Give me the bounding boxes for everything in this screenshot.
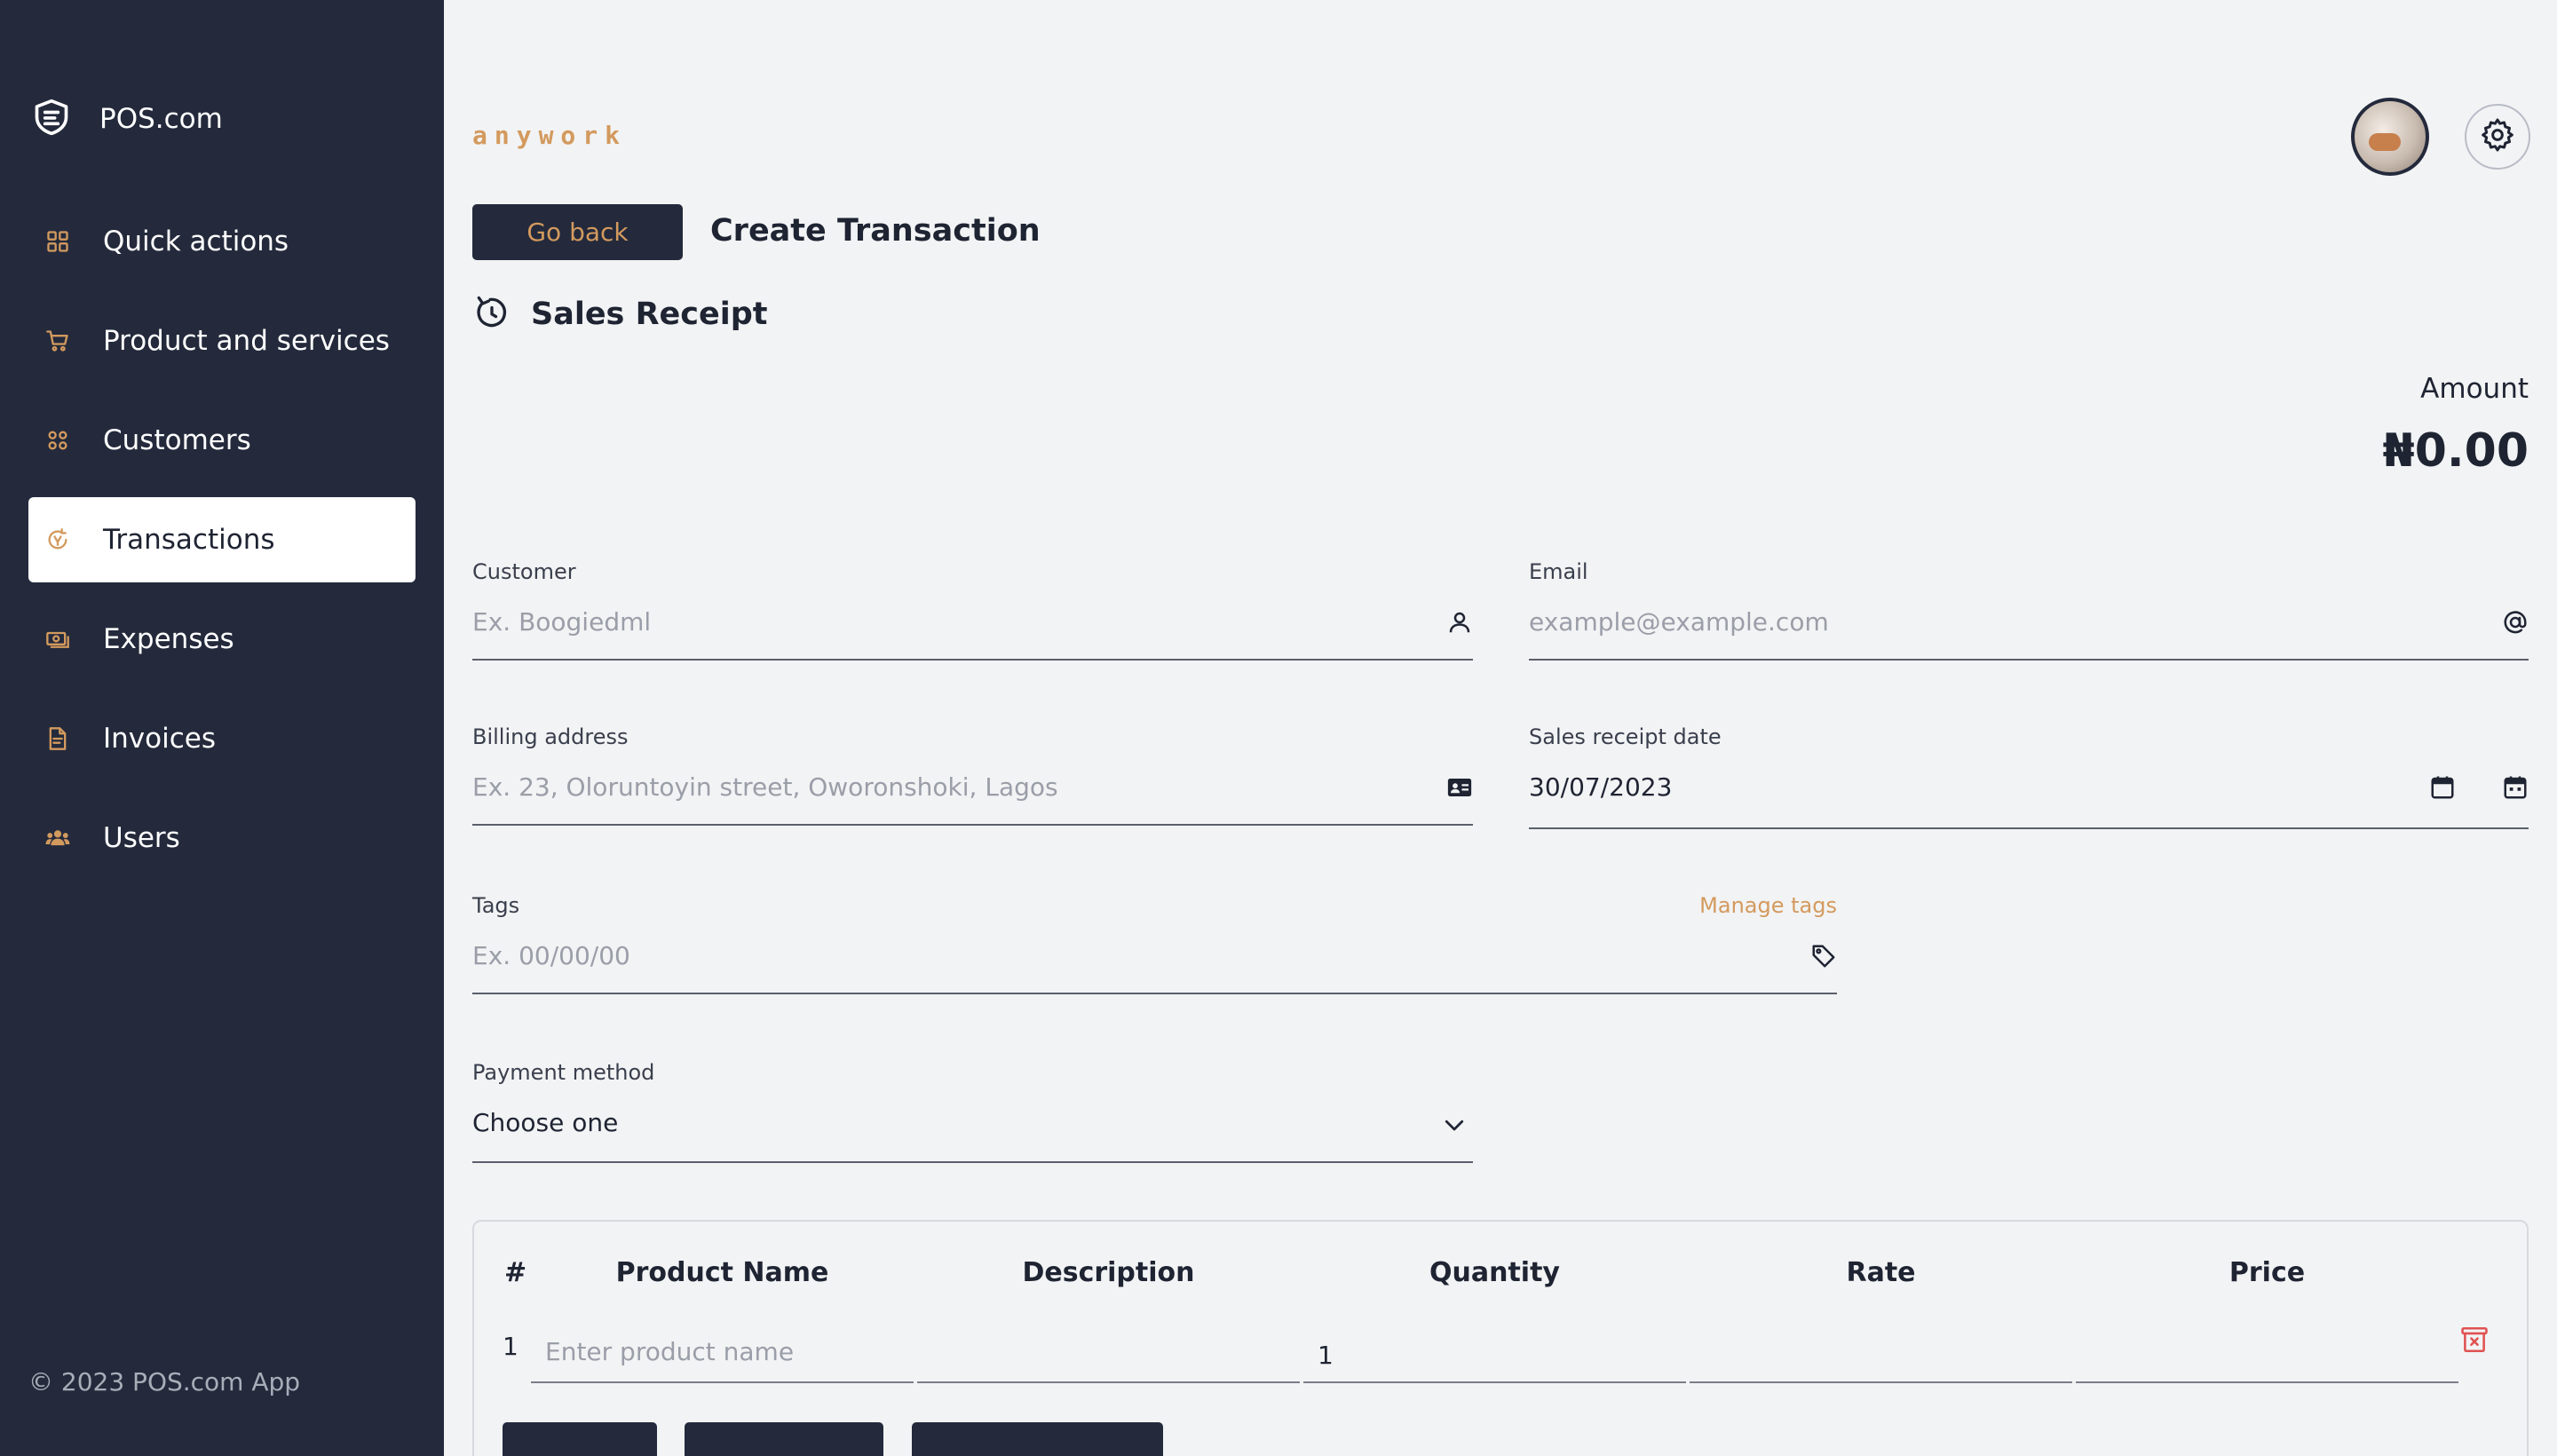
transactions-icon bbox=[44, 526, 71, 553]
rate-cell[interactable] bbox=[1690, 1328, 2072, 1383]
brand-name: POS.com bbox=[99, 103, 223, 135]
tags-underline bbox=[472, 993, 1837, 994]
column-header-rate: Rate bbox=[1846, 1257, 1916, 1288]
cart-icon bbox=[44, 328, 71, 354]
customer-input[interactable] bbox=[472, 607, 1413, 637]
column-header-number: # bbox=[504, 1257, 527, 1288]
sidebar-nav: Quick actions Product and services Custo… bbox=[28, 199, 416, 895]
payment-method-underline bbox=[472, 1161, 1473, 1163]
sidebar: POS.com Quick actions Product and servic… bbox=[0, 0, 444, 1456]
billing-address-label: Billing address bbox=[472, 724, 629, 749]
description-cell[interactable] bbox=[917, 1328, 1300, 1383]
customer-label: Customer bbox=[472, 559, 576, 584]
sidebar-item-transactions[interactable]: Transactions bbox=[28, 497, 416, 582]
avatar[interactable] bbox=[2351, 98, 2429, 176]
billing-address-underline bbox=[472, 824, 1473, 826]
customer-underline bbox=[472, 659, 1473, 661]
sidebar-item-label: Customers bbox=[103, 424, 251, 456]
main-content: anywork Go back Create Transaction Sales… bbox=[444, 0, 2557, 1456]
sidebar-item-label: Invoices bbox=[103, 723, 216, 755]
quantity-value: 1 bbox=[1318, 1341, 1334, 1370]
quantity-cell[interactable]: 1 bbox=[1303, 1328, 1686, 1383]
page-title: Create Transaction bbox=[710, 213, 1041, 249]
gear-icon bbox=[2480, 117, 2515, 156]
payment-method-label: Payment method bbox=[472, 1060, 655, 1085]
tags-input[interactable] bbox=[472, 941, 1769, 970]
manage-tags-link[interactable]: Manage tags bbox=[1699, 893, 1837, 918]
billing-address-input[interactable] bbox=[472, 772, 1413, 802]
billing-address-field: Billing address bbox=[472, 724, 1473, 826]
person-icon bbox=[1446, 609, 1473, 636]
sales-receipt-date-field: Sales receipt date bbox=[1529, 724, 2529, 829]
sidebar-item-customers[interactable]: Customers bbox=[28, 398, 416, 483]
sidebar-item-label: Quick actions bbox=[103, 226, 289, 257]
email-input[interactable] bbox=[1529, 607, 2470, 637]
users-icon bbox=[44, 825, 71, 851]
payment-method-select[interactable]: Choose one bbox=[472, 1108, 1473, 1152]
sales-receipt-date-input[interactable] bbox=[1529, 772, 2399, 802]
product-name-cell bbox=[531, 1328, 914, 1383]
sidebar-item-label: Transactions bbox=[103, 524, 275, 556]
clear-lines-button[interactable] bbox=[685, 1422, 883, 1456]
payment-method-value: Choose one bbox=[472, 1108, 619, 1137]
column-header-price: Price bbox=[2228, 1257, 2306, 1288]
add-row-button[interactable] bbox=[503, 1422, 657, 1456]
section-title: Sales Receipt bbox=[531, 297, 768, 332]
products-table: # Product Name Description Quantity Rate… bbox=[472, 1220, 2529, 1456]
column-header-quantity: Quantity bbox=[1429, 1257, 1560, 1288]
delete-row-icon[interactable] bbox=[2459, 1325, 2490, 1355]
calendar-picker-icon[interactable] bbox=[2429, 774, 2456, 801]
calendar-icon bbox=[2502, 774, 2529, 801]
invoice-icon bbox=[44, 725, 71, 752]
chevron-down-icon bbox=[1441, 1112, 1468, 1138]
refresh-icon bbox=[472, 293, 511, 336]
row-number: 1 bbox=[503, 1332, 519, 1361]
price-cell bbox=[2076, 1328, 2458, 1383]
add-new-product-button[interactable] bbox=[912, 1422, 1163, 1456]
grid-icon bbox=[44, 228, 71, 255]
logo-icon bbox=[32, 98, 71, 140]
tag-icon bbox=[1810, 943, 1837, 969]
sidebar-item-label: Product and services bbox=[103, 325, 390, 357]
tags-field: Tags Manage tags bbox=[472, 893, 1837, 994]
email-label: Email bbox=[1529, 559, 1588, 584]
sidebar-item-product-and-services[interactable]: Product and services bbox=[28, 298, 416, 384]
footer-copyright: © 2023 POS.com App bbox=[28, 1367, 301, 1397]
id-card-icon bbox=[1446, 774, 1473, 801]
sidebar-item-invoices[interactable]: Invoices bbox=[28, 696, 416, 781]
brand[interactable]: POS.com bbox=[32, 98, 223, 140]
avatar-image-detail bbox=[2369, 133, 2401, 151]
at-sign-icon bbox=[2502, 609, 2529, 636]
sidebar-item-label: Expenses bbox=[103, 623, 234, 655]
column-header-product-name: Product Name bbox=[615, 1257, 829, 1288]
amount-value: ₦0.00 bbox=[2382, 424, 2529, 478]
column-header-description: Description bbox=[1022, 1257, 1195, 1288]
product-name-input[interactable] bbox=[545, 1337, 900, 1366]
email-underline bbox=[1529, 659, 2529, 661]
customers-icon bbox=[44, 427, 71, 454]
amount-label: Amount bbox=[2420, 373, 2529, 405]
sales-receipt-date-label: Sales receipt date bbox=[1529, 724, 1722, 749]
section-header: Sales Receipt bbox=[472, 293, 768, 336]
cash-icon bbox=[44, 626, 71, 653]
tags-label: Tags bbox=[472, 893, 520, 918]
customer-field: Customer bbox=[472, 559, 1473, 661]
go-back-button[interactable]: Go back bbox=[472, 204, 683, 260]
sidebar-item-expenses[interactable]: Expenses bbox=[28, 597, 416, 682]
sidebar-item-quick-actions[interactable]: Quick actions bbox=[28, 199, 416, 284]
company-name: anywork bbox=[472, 121, 628, 150]
settings-button[interactable] bbox=[2465, 104, 2530, 170]
email-field: Email bbox=[1529, 559, 2529, 661]
sidebar-item-label: Users bbox=[103, 822, 180, 854]
sales-receipt-date-underline bbox=[1529, 827, 2529, 829]
sidebar-item-users[interactable]: Users bbox=[28, 795, 416, 881]
payment-method-field: Payment method Choose one bbox=[472, 1060, 1473, 1163]
